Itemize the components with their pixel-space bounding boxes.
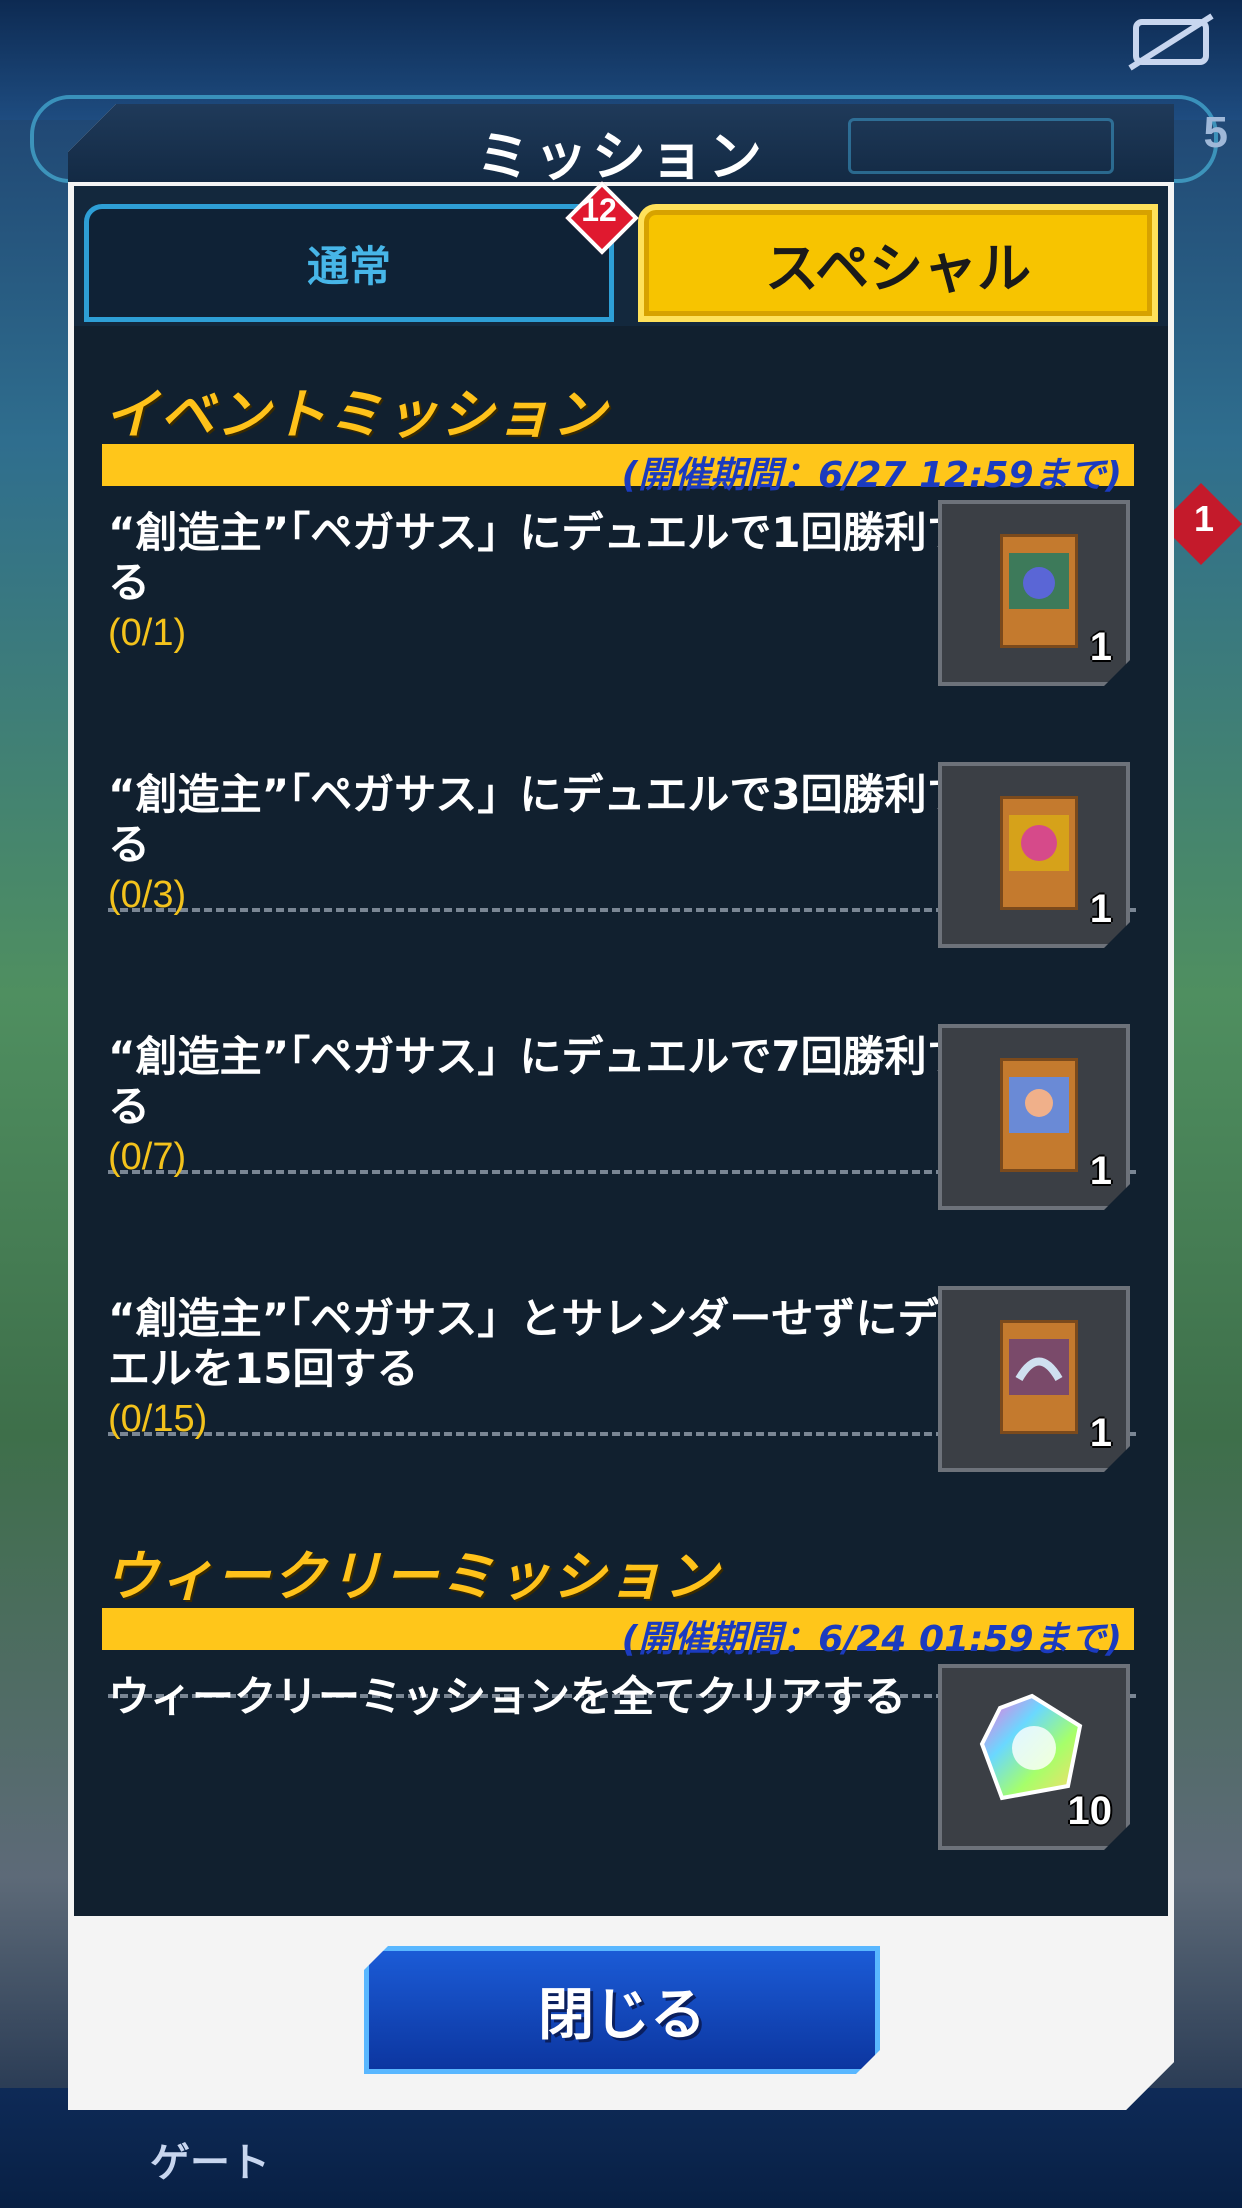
card-icon (1000, 1058, 1078, 1172)
reward-slot[interactable]: 1 (938, 1024, 1130, 1210)
reward-slot[interactable]: 1 (938, 500, 1130, 686)
card-icon (1000, 796, 1078, 910)
reward-count: 10 (1067, 1789, 1112, 1833)
card-icon (1000, 534, 1078, 648)
mission-progress: (0/3) (108, 874, 187, 916)
card-art-icon (1009, 1077, 1069, 1133)
mission-progress: (0/7) (108, 1136, 187, 1178)
card-toggle-icon (1128, 13, 1214, 71)
tab-special-label: スペシャル (764, 236, 1032, 300)
close-button[interactable]: 閉じる (364, 1946, 880, 2074)
background-badge-count: 1 (1193, 498, 1214, 539)
section-title-weekly: ウィークリーミッション (104, 1545, 720, 1608)
mission-description: “創造主”「ペガサス」にデュエルで7回勝利する (108, 1032, 969, 1131)
background-counter: 5 (1203, 108, 1228, 157)
mission-description: “創造主”「ペガサス」にデュエルで1回勝利する (108, 508, 969, 607)
tab-normal-label: 通常 (306, 241, 391, 291)
tab-special[interactable]: スペシャル (638, 204, 1158, 322)
mission-description: “創造主”「ペガサス」とサレンダーせずにデュエルを15回する (108, 1294, 982, 1393)
card-art-icon (1009, 553, 1069, 609)
card-icon (1000, 1320, 1078, 1434)
mission-progress: (0/1) (108, 612, 187, 654)
mission-description: “創造主”「ペガサス」にデュエルで3回勝利する (108, 770, 969, 869)
mission-progress: (0/15) (108, 1398, 208, 1440)
tab-normal[interactable]: 通常 (84, 204, 614, 322)
mission-item: ウィークリーミッションを全てクリアする 10 (74, 1652, 1168, 1914)
mission-item: “創造主”「ペガサス」にデュエルで3回勝利する (0/3) 1 (74, 750, 1168, 1012)
mission-list[interactable]: イベントミッション (開催期間：6/27 12:59まで) “創造主”「ペガサス… (74, 332, 1168, 1916)
card-art-icon (1009, 815, 1069, 871)
badge-count: 12 (581, 192, 617, 228)
mission-item: “創造主”「ペガサス」にデュエルで7回勝利する (0/7) 1 (74, 1012, 1168, 1274)
tab-bar: 通常 12 スペシャル (74, 186, 1168, 326)
reward-slot[interactable]: 1 (938, 762, 1130, 948)
mission-item: “創造主”「ペガサス」にデュエルで1回勝利する (0/1) 1 (74, 488, 1168, 750)
reward-slot[interactable]: 10 (938, 1664, 1130, 1850)
dialog-header: ミッション (68, 104, 1174, 182)
mission-item: “創造主”「ペガサス」とサレンダーせずにデュエルを15回する (0/15) 1 (74, 1274, 1168, 1536)
dialog-title: ミッション (476, 125, 766, 188)
mission-description: ウィークリーミッションを全てクリアする (108, 1672, 907, 1721)
card-art-icon (1009, 1339, 1069, 1395)
reward-count: 1 (1089, 887, 1112, 931)
reward-count: 1 (1089, 1149, 1112, 1193)
reward-count: 1 (1089, 625, 1112, 669)
dialog-body: 通常 12 スペシャル イベントミッション (開催期間：6/27 12:59まで… (74, 186, 1168, 1916)
period-bar-event: (開催期間：6/27 12:59まで) (102, 444, 1134, 486)
reward-slot[interactable]: 1 (938, 1286, 1130, 1472)
section-title-event: イベントミッション (104, 383, 608, 446)
nav-gate-label: ゲート (150, 2140, 270, 2186)
dialog-footer: 閉じる (68, 1916, 1174, 2110)
notification-badge: 12 (570, 186, 628, 244)
reward-count: 1 (1089, 1411, 1112, 1455)
close-button-label: 閉じる (538, 1982, 706, 2048)
period-bar-weekly: (開催期間：6/24 01:59まで) (102, 1608, 1134, 1650)
mission-dialog: ミッション 通常 12 スペシャル イベントミッション (開催期間：6/27 1… (68, 104, 1174, 2110)
